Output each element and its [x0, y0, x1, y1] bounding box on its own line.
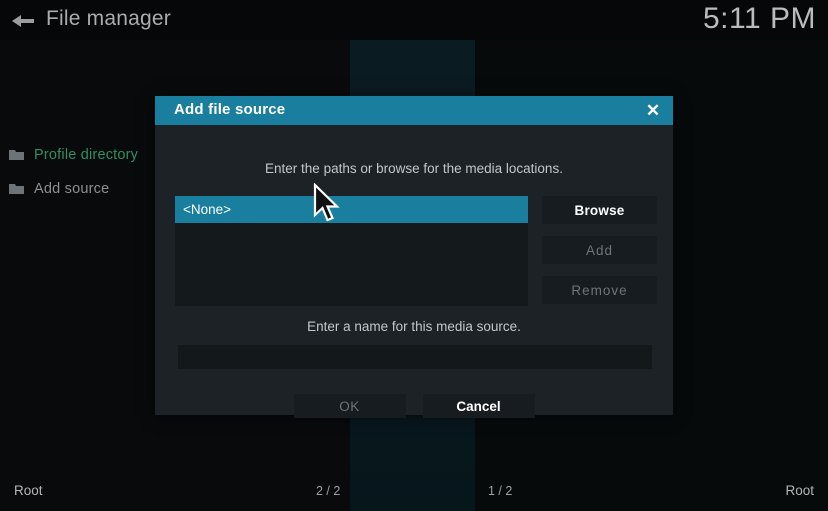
right-item-count: 1 / 2 [488, 484, 513, 498]
right-path-label: Root [785, 483, 814, 498]
dialog-instruction: Enter the paths or browse for the media … [265, 161, 563, 176]
cancel-button[interactable]: Cancel [422, 394, 535, 418]
sidebar-item-add-source[interactable]: Add source [0, 172, 180, 206]
header-bar: File manager 5:11 PM [0, 0, 828, 40]
back-arrow-icon[interactable] [12, 14, 38, 28]
kodi-file-manager-screen: File manager 5:11 PM Profile directory A… [0, 0, 828, 511]
close-icon[interactable]: ✕ [641, 99, 665, 122]
add-file-source-dialog: Add file source ✕ Enter the paths or bro… [155, 96, 673, 418]
bottom-status-bar: Root 2 / 2 1 / 2 Root [0, 473, 828, 511]
dialog-footer: OK Cancel [155, 394, 673, 418]
source-name-input[interactable] [178, 345, 652, 369]
sidebar: Profile directory Add source [0, 138, 180, 206]
dialog-body: Enter the paths or browse for the media … [155, 125, 673, 418]
name-field-label: Enter a name for this media source. [307, 319, 521, 334]
sidebar-item-profile-directory[interactable]: Profile directory [0, 138, 180, 172]
remove-button[interactable]: Remove [542, 276, 657, 304]
path-list[interactable]: <None> [175, 196, 528, 306]
list-item[interactable]: <None> [175, 196, 528, 223]
page-title: File manager [46, 7, 171, 30]
add-button[interactable]: Add [542, 236, 657, 264]
browse-button[interactable]: Browse [542, 196, 657, 224]
path-action-buttons: Browse Add Remove [542, 196, 657, 316]
clock: 5:11 PM [703, 2, 816, 35]
ok-button[interactable]: OK [293, 394, 406, 418]
left-item-count: 2 / 2 [316, 484, 341, 498]
dialog-titlebar: Add file source ✕ [155, 96, 673, 125]
sidebar-item-label: Add source [34, 181, 110, 197]
sidebar-item-label: Profile directory [34, 147, 139, 163]
dialog-title: Add file source [174, 101, 286, 118]
folder-icon [9, 149, 24, 161]
folder-icon [9, 183, 24, 195]
left-path-label: Root [14, 483, 43, 498]
